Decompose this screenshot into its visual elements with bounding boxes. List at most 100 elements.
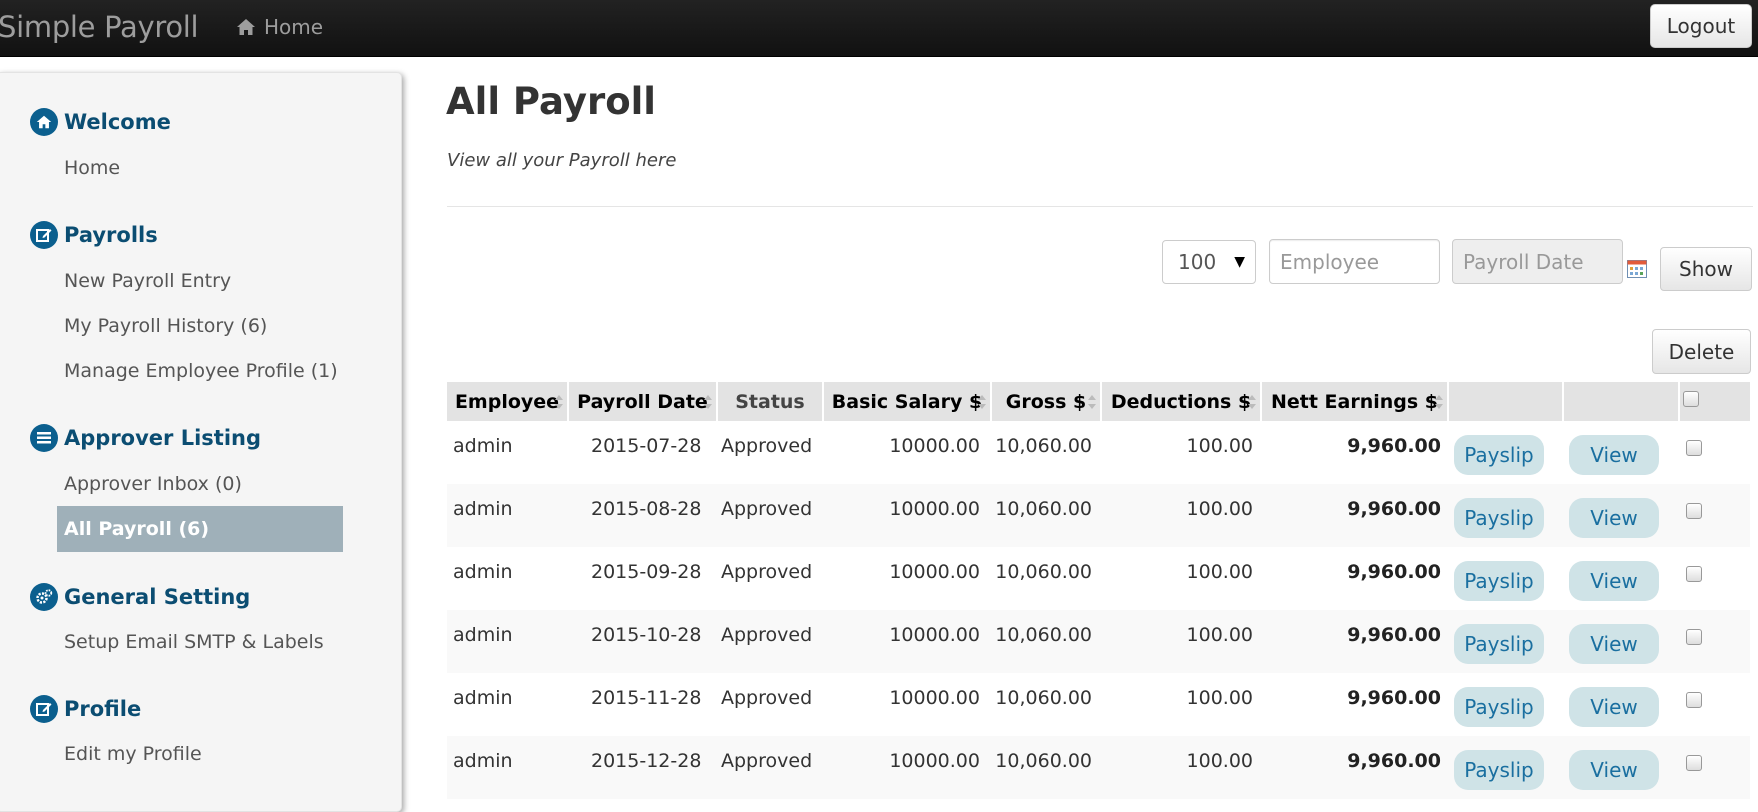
column-header-gross[interactable]: Gross $	[992, 382, 1100, 421]
row-checkbox[interactable]	[1686, 566, 1702, 582]
cell-deductions: 100.00	[1186, 687, 1253, 709]
cell-nett-earnings: 9,960.00	[1347, 687, 1441, 709]
cell-status: Approved	[721, 750, 813, 772]
cell-status: Approved	[721, 624, 813, 646]
cell-status: Approved	[721, 561, 813, 583]
payslip-button[interactable]: Payslip	[1454, 435, 1544, 475]
cell-deductions: 100.00	[1186, 624, 1253, 646]
page-size-select[interactable]: 100 ▼	[1162, 240, 1256, 284]
home-icon	[237, 19, 255, 35]
column-header-view	[1564, 382, 1678, 421]
cell-employee: admin	[453, 624, 513, 646]
delete-button[interactable]: Delete	[1652, 329, 1751, 374]
top-navbar: Simple Payroll Home Logout	[0, 0, 1758, 57]
column-header-label: Gross $	[1005, 390, 1087, 413]
column-header-label: Deductions $	[1110, 390, 1252, 413]
cell-basic-salary: 10000.00	[889, 624, 980, 646]
edit-icon	[30, 221, 58, 249]
cell-deductions: 100.00	[1186, 498, 1253, 520]
cell-status: Approved	[721, 498, 813, 520]
row-checkbox[interactable]	[1686, 629, 1702, 645]
calendar-icon[interactable]	[1627, 259, 1647, 278]
app-brand[interactable]: Simple Payroll	[0, 10, 199, 44]
cell-payroll-date: 2015-08-28	[591, 498, 702, 520]
column-header-label: Payroll Date	[577, 390, 708, 413]
cell-gross: 10,060.00	[995, 435, 1092, 457]
view-button[interactable]: View	[1569, 498, 1659, 538]
table-row: admin 2015-10-28 Approved 10000.00 10,06…	[447, 610, 1750, 673]
cell-nett-earnings: 9,960.00	[1347, 435, 1441, 457]
cell-deductions: 100.00	[1186, 435, 1253, 457]
column-header-deductions[interactable]: Deductions $	[1102, 382, 1260, 421]
payslip-button[interactable]: Payslip	[1454, 687, 1544, 727]
sidebar-section-title: Payrolls	[64, 223, 158, 247]
employee-filter-input[interactable]: Employee	[1269, 239, 1440, 284]
row-checkbox[interactable]	[1686, 692, 1702, 708]
page-size-value: 100	[1178, 250, 1217, 274]
sort-icon	[978, 395, 986, 409]
column-header-payroll-date[interactable]: Payroll Date	[569, 382, 716, 421]
payslip-button[interactable]: Payslip	[1454, 498, 1544, 538]
cell-basic-salary: 10000.00	[889, 435, 980, 457]
sidebar-item-manage-employee-profile[interactable]: Manage Employee Profile (1)	[64, 360, 338, 382]
cell-gross: 10,060.00	[995, 561, 1092, 583]
row-checkbox[interactable]	[1686, 503, 1702, 519]
table-row: admin 2015-11-28 Approved 10000.00 10,06…	[447, 673, 1750, 736]
logout-button[interactable]: Logout	[1650, 4, 1752, 48]
sidebar-item-home[interactable]: Home	[64, 157, 120, 179]
sidebar-item-edit-my-profile[interactable]: Edit my Profile	[64, 743, 202, 765]
column-header-employee[interactable]: Employee	[447, 382, 567, 421]
sidebar-item-my-payroll-history[interactable]: My Payroll History (6)	[64, 315, 267, 337]
cell-nett-earnings: 9,960.00	[1347, 498, 1441, 520]
sidebar-section-general-setting[interactable]: General Setting	[30, 583, 250, 611]
sidebar-item-new-payroll-entry[interactable]: New Payroll Entry	[64, 270, 231, 292]
cell-employee: admin	[453, 498, 513, 520]
cell-deductions: 100.00	[1186, 750, 1253, 772]
page-subtitle: View all your Payroll here	[447, 150, 677, 171]
column-header-nett-earnings[interactable]: Nett Earnings $	[1262, 382, 1447, 421]
sidebar-section-profile[interactable]: Profile	[30, 695, 141, 723]
table-row: admin 2015-08-28 Approved 10000.00 10,06…	[447, 484, 1750, 547]
view-button[interactable]: View	[1569, 750, 1659, 790]
view-button[interactable]: View	[1569, 687, 1659, 727]
row-checkbox[interactable]	[1686, 755, 1702, 771]
sidebar-item-all-payroll[interactable]: All Payroll (6)	[57, 506, 343, 552]
sidebar-section-payrolls[interactable]: Payrolls	[30, 221, 158, 249]
row-checkbox[interactable]	[1686, 440, 1702, 456]
sidebar-section-title: Welcome	[64, 110, 171, 134]
sort-icon	[1435, 395, 1443, 409]
payslip-button[interactable]: Payslip	[1454, 750, 1544, 790]
show-button[interactable]: Show	[1660, 247, 1752, 291]
payslip-button[interactable]: Payslip	[1454, 561, 1544, 601]
payslip-button[interactable]: Payslip	[1454, 624, 1544, 664]
cell-employee: admin	[453, 561, 513, 583]
gears-icon	[30, 583, 58, 611]
nav-home-link[interactable]: Home	[236, 15, 323, 39]
sidebar-section-approver-listing[interactable]: Approver Listing	[30, 424, 261, 452]
view-button[interactable]: View	[1569, 561, 1659, 601]
sort-icon	[1248, 395, 1256, 409]
cell-nett-earnings: 9,960.00	[1347, 750, 1441, 772]
cell-basic-salary: 10000.00	[889, 750, 980, 772]
table-row: admin 2015-07-28 Approved 10000.00 10,06…	[447, 421, 1750, 484]
column-header-label: Basic Salary $	[831, 390, 983, 413]
cell-gross: 10,060.00	[995, 624, 1092, 646]
cell-nett-earnings: 9,960.00	[1347, 561, 1441, 583]
sort-icon	[1088, 395, 1096, 409]
cell-payroll-date: 2015-11-28	[591, 687, 702, 709]
select-all-checkbox[interactable]	[1683, 391, 1699, 407]
sidebar-item-setup-email-smtp[interactable]: Setup Email SMTP & Labels	[64, 631, 324, 653]
cell-payroll-date: 2015-07-28	[591, 435, 702, 457]
cell-employee: admin	[453, 435, 513, 457]
column-header-basic-salary[interactable]: Basic Salary $	[824, 382, 990, 421]
column-header-label: Nett Earnings $	[1270, 390, 1439, 413]
sort-icon	[555, 395, 563, 409]
sidebar-section-welcome[interactable]: Welcome	[30, 108, 171, 136]
sidebar-item-approver-inbox[interactable]: Approver Inbox (0)	[64, 473, 242, 495]
view-button[interactable]: View	[1569, 435, 1659, 475]
sidebar-section-title: Approver Listing	[64, 426, 261, 450]
view-button[interactable]: View	[1569, 624, 1659, 664]
nav-home-label: Home	[264, 15, 324, 39]
payroll-date-input[interactable]: Payroll Date	[1452, 239, 1623, 284]
table-row: admin 2015-09-28 Approved 10000.00 10,06…	[447, 547, 1750, 610]
